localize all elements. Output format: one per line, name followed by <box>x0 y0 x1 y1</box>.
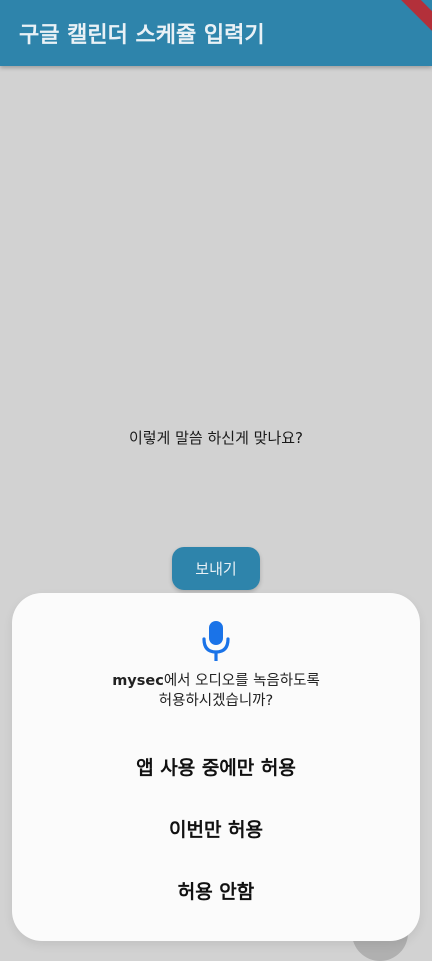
app-bar: 구글 캘린더 스케쥴 입력기 <box>0 0 432 66</box>
permission-dialog: mysec에서 오디오를 녹음하도록 허용하시겠습니까? 앱 사용 중에만 허용… <box>12 593 420 941</box>
send-button[interactable]: 보내기 <box>172 547 260 590</box>
microphone-icon <box>202 621 230 661</box>
allow-once-button[interactable]: 이번만 허용 <box>12 815 420 842</box>
app-name: mysec <box>112 673 164 689</box>
confirmation-question: 이렇게 말씀 하신게 맞나요? <box>128 429 304 447</box>
permission-message-text: 에서 오디오를 녹음하도록 <box>163 673 320 689</box>
app-title: 구글 캘린더 스케쥴 입력기 <box>19 23 265 48</box>
permission-message-line2: 허용하시겠습니까? <box>158 693 274 709</box>
permission-message-line1: mysec에서 오디오를 녹음하도록 <box>12 671 420 691</box>
allow-while-using-button[interactable]: 앱 사용 중에만 허용 <box>12 753 420 780</box>
permission-message: mysec에서 오디오를 녹음하도록 허용하시겠습니까? <box>12 671 420 711</box>
deny-button[interactable]: 허용 안함 <box>12 877 420 904</box>
